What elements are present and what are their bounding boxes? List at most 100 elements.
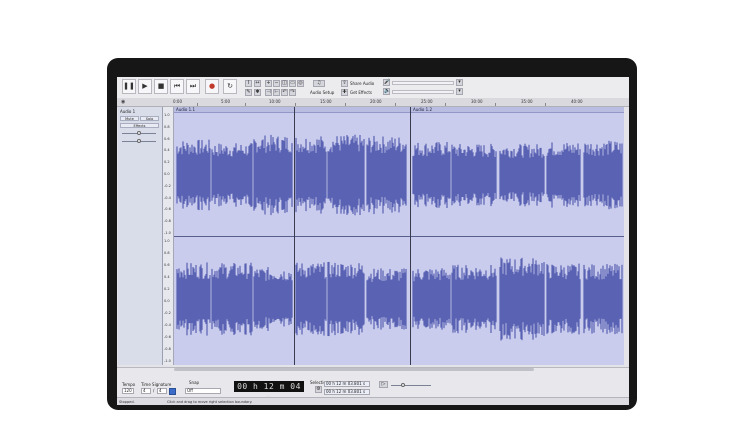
solo-button[interactable]: Solo — [140, 116, 159, 121]
selection-start-field[interactable]: 00 h 12 m 03.801 s — [324, 381, 370, 387]
ruler-tick: 30:00 — [471, 99, 483, 104]
share-audio-label[interactable]: Share Audio — [350, 81, 374, 86]
ruler-tick: 25:00 — [421, 99, 433, 104]
skip-end-button[interactable]: ⏭ — [186, 79, 200, 94]
scale-label: -0.8 — [164, 219, 171, 224]
cursor-line — [294, 107, 295, 365]
scale-label: 1.0 — [164, 239, 170, 243]
pan-slider-knob[interactable] — [137, 139, 141, 143]
envelope-tool-icon[interactable]: ↔ — [254, 80, 261, 87]
time-signature-label: Time Signature — [141, 382, 172, 387]
transport-toolbar: ❚❚ ▶ ■ ⏮ ⏭ ● ↻ I ↔ ✎ ✱ + − ◫ ▭ ◎ ⊣ ⊢ ↶ ↷… — [117, 77, 629, 99]
playback-meter-icon[interactable]: 🔈 — [383, 88, 390, 95]
selection-end-field[interactable]: 00 h 12 m 03.801 s — [324, 389, 370, 395]
playback-speed-knob[interactable] — [401, 383, 405, 387]
get-effects-icon[interactable]: ✚ — [341, 89, 348, 96]
record-level-meter[interactable] — [392, 81, 454, 85]
scale-label: -0.4 — [164, 195, 171, 200]
undo-icon[interactable]: ↶ — [281, 89, 288, 96]
ruler-tick: 5:00 — [221, 99, 230, 104]
clip-header[interactable]: Audio 1.1 — [174, 107, 410, 113]
scale-label: 0.6 — [164, 136, 170, 141]
pause-button[interactable]: ❚❚ — [122, 79, 136, 94]
horizontal-scrollbar[interactable] — [174, 368, 534, 371]
audio-setup-icon[interactable]: ♫ — [313, 80, 325, 87]
status-bar: Stopped. Click and drag to move right se… — [117, 397, 629, 405]
playback-meter-dropdown-icon[interactable]: ▾ — [456, 88, 463, 95]
record-meter-icon[interactable]: 🎤 — [383, 79, 390, 86]
zoom-in-icon[interactable]: + — [265, 80, 272, 87]
play-icon: ▶ — [142, 82, 148, 90]
scale-label: 0.4 — [164, 275, 170, 279]
zoom-out-icon[interactable]: − — [273, 80, 280, 87]
playback-level-meter[interactable] — [392, 90, 454, 94]
get-effects-label[interactable]: Get Effects — [350, 90, 372, 95]
scale-label: 1.0 — [164, 113, 170, 117]
status-state: Stopped. — [119, 400, 135, 404]
ruler-tick: 40:00 — [571, 99, 583, 104]
zoom-toggle-icon[interactable]: ◎ — [297, 80, 304, 87]
waveform-area[interactable]: Audio 1.1 Audio 1.2 — [174, 107, 624, 365]
ruler-tick: 0:00 — [173, 99, 182, 104]
scale-label: 0.2 — [164, 160, 170, 165]
skip-start-icon: ⏮ — [173, 82, 181, 90]
ruler-tick: 10:00 — [269, 99, 281, 104]
time-signature-dropdown-icon[interactable] — [169, 388, 176, 395]
effects-button[interactable]: Effects — [120, 123, 159, 128]
fit-project-icon[interactable]: ▭ — [289, 80, 296, 87]
scale-label: -0.4 — [164, 323, 171, 327]
draw-tool-icon[interactable]: ✎ — [245, 89, 252, 96]
time-signature-denominator[interactable]: 4 — [157, 388, 167, 394]
record-button[interactable]: ● — [205, 79, 219, 94]
redo-icon[interactable]: ↷ — [289, 89, 296, 96]
status-hint: Click and drag to move right selection b… — [167, 400, 253, 404]
ruler-playhead-icon: ◉ — [121, 99, 126, 105]
scale-label: 0.0 — [164, 172, 170, 176]
snap-label: Snap — [189, 380, 200, 385]
gain-slider-knob[interactable] — [137, 131, 141, 135]
play-button[interactable]: ▶ — [138, 79, 152, 94]
clip-boundary — [410, 107, 411, 365]
time-display[interactable]: 00 h 12 m 04 s — [234, 381, 304, 402]
audio-setup-label[interactable]: Audio Setup — [310, 90, 334, 95]
record-meter-dropdown-icon[interactable]: ▾ — [456, 79, 463, 86]
audacity-window: ❚❚ ▶ ■ ⏮ ⏭ ● ↻ I ↔ ✎ ✱ + − ◫ ▭ ◎ ⊣ ⊢ ↶ ↷… — [117, 77, 629, 405]
tempo-input[interactable]: 120 — [122, 388, 134, 394]
timeline-ruler[interactable]: ◉ 0:00 5:00 10:00 15:00 20:00 25:00 30:0… — [117, 98, 629, 107]
gain-slider[interactable] — [122, 131, 156, 135]
pan-slider[interactable] — [122, 139, 156, 143]
pause-icon: ❚❚ — [123, 82, 135, 90]
track-control-panel: Audio 1 Mute Solo Effects — [118, 107, 163, 365]
trim-icon[interactable]: ⊣ — [265, 89, 272, 96]
selection-tool-icon[interactable]: I — [245, 80, 252, 87]
selection-toolbar: Tempo 120 Time Signature 4 / 4 Snap Off … — [117, 367, 629, 405]
playback-speed-slider[interactable] — [391, 383, 431, 387]
clip-header[interactable]: Audio 1.2 — [411, 107, 624, 113]
snap-dropdown[interactable]: Off — [185, 388, 221, 394]
ruler-tick: 20:00 — [370, 99, 382, 104]
scale-label: -0.6 — [164, 335, 171, 339]
scale-label: -0.8 — [164, 347, 171, 351]
skip-start-button[interactable]: ⏮ — [170, 79, 184, 94]
scale-label: 0.8 — [164, 251, 170, 255]
loop-button[interactable]: ↻ — [223, 79, 237, 94]
track-name[interactable]: Audio 1 — [120, 109, 135, 114]
scale-label: 0.8 — [164, 124, 170, 129]
silence-icon[interactable]: ⊢ — [273, 89, 280, 96]
loop-icon: ↻ — [227, 82, 233, 90]
stop-icon: ■ — [157, 82, 165, 90]
fit-selection-icon[interactable]: ◫ — [281, 80, 288, 87]
scale-label: 0.2 — [164, 287, 170, 291]
skip-end-icon: ⏭ — [189, 82, 197, 90]
selection-mode-icon[interactable]: ⚙ — [315, 386, 322, 393]
scale-label: 0.4 — [164, 148, 170, 153]
time-signature-numerator[interactable]: 4 — [141, 388, 151, 394]
multi-tool-icon[interactable]: ✱ — [254, 89, 261, 96]
playback-speed-icon[interactable]: ▷ — [379, 381, 388, 388]
ruler-tick: 15:00 — [320, 99, 332, 104]
mute-button[interactable]: Mute — [120, 116, 139, 121]
scale-label: -0.2 — [164, 311, 171, 315]
stop-button[interactable]: ■ — [154, 79, 168, 94]
scale-label: 0.6 — [164, 263, 170, 267]
share-audio-icon[interactable]: ⇪ — [341, 80, 348, 87]
